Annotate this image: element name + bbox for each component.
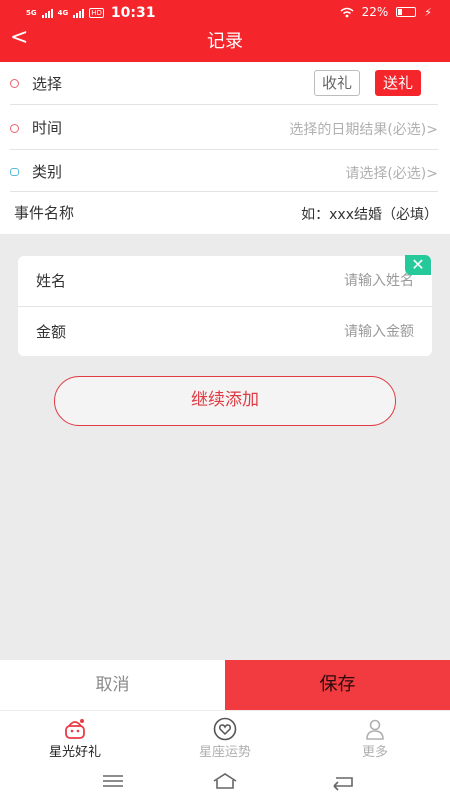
- charging-icon: ⚡: [424, 5, 432, 19]
- continue-add-button[interactable]: 继续添加: [54, 376, 396, 426]
- app-header: 5G 4G HD 10:31 22% ⚡ < 记录: [0, 0, 450, 62]
- menu-icon[interactable]: [98, 770, 128, 792]
- name-row: 姓名 请输入姓名: [18, 256, 432, 306]
- network-5g-label: 5G: [26, 8, 37, 17]
- select-icon: [10, 79, 19, 88]
- date-picker-value[interactable]: 选择的日期结果(必选)>: [289, 119, 438, 139]
- tab-more[interactable]: 更多: [300, 711, 450, 767]
- status-left: 5G 4G HD 10:31: [26, 5, 155, 21]
- signal-bars-icon: [73, 8, 85, 18]
- tab-starlight-gift[interactable]: 星光好礼: [0, 711, 150, 767]
- amount-label: 金额: [36, 323, 67, 341]
- gift-robot-icon: [65, 719, 85, 739]
- amount-input[interactable]: 请输入金额: [344, 321, 414, 341]
- event-name-input[interactable]: 如：xxx结婚（必填）: [301, 204, 438, 224]
- battery-icon: [396, 7, 417, 17]
- page-title: 记录: [207, 31, 243, 52]
- wifi-icon: [340, 7, 354, 17]
- tab-label: 星座运势: [198, 745, 251, 760]
- system-nav-bar: [0, 766, 450, 800]
- category-label: 类别: [32, 163, 63, 181]
- event-row[interactable]: 事件名称 如：xxx结婚（必填）: [0, 192, 450, 234]
- signal-bars-icon: [41, 8, 53, 18]
- record-form: 选择 收礼 送礼 时间 选择的日期结果(必选)> 类别 请选择(必选)> 事件名…: [0, 62, 450, 234]
- amount-row: 金额 请输入金额: [18, 307, 432, 357]
- user-icon: [366, 719, 384, 740]
- remove-entry-close-icon[interactable]: ✕: [405, 255, 431, 275]
- select-row: 选择 收礼 送礼: [0, 62, 450, 105]
- category-picker-value[interactable]: 请选择(必选)>: [345, 163, 438, 183]
- gift-entry-card: 姓名 请输入姓名 金额 请输入金额: [18, 256, 432, 356]
- tab-bar: 星光好礼 星座运势 更多: [0, 710, 450, 766]
- save-button[interactable]: 保存: [225, 660, 450, 710]
- status-time: 10:31: [110, 5, 156, 21]
- tab-label: 星光好礼: [48, 745, 101, 760]
- event-name-label: 事件名称: [14, 204, 75, 222]
- status-bar: 5G 4G HD 10:31 22% ⚡: [0, 0, 450, 26]
- category-icon: [10, 168, 19, 176]
- select-label: 选择: [32, 75, 63, 93]
- heart-icon: [213, 717, 237, 741]
- hd-badge: HD: [89, 8, 104, 18]
- status-right: 22% ⚡: [340, 5, 432, 19]
- receive-gift-option[interactable]: 收礼: [314, 70, 361, 96]
- battery-percent: 22%: [361, 5, 389, 19]
- tab-label: 更多: [361, 745, 388, 760]
- clock-icon: [10, 124, 19, 133]
- time-label: 时间: [32, 119, 63, 137]
- send-gift-option[interactable]: 送礼: [375, 70, 422, 96]
- back-nav-icon[interactable]: [328, 770, 358, 792]
- tab-horoscope[interactable]: 星座运势: [150, 711, 300, 767]
- network-4g-label: 4G: [57, 8, 69, 17]
- home-icon[interactable]: [210, 770, 240, 792]
- name-label: 姓名: [36, 272, 67, 290]
- name-input[interactable]: 请输入姓名: [344, 270, 414, 290]
- bottom-actions: 取消 保存: [0, 660, 450, 710]
- category-row[interactable]: 类别 请选择(必选)>: [0, 150, 450, 192]
- cancel-button[interactable]: 取消: [0, 660, 225, 710]
- time-row[interactable]: 时间 选择的日期结果(必选)>: [0, 105, 450, 150]
